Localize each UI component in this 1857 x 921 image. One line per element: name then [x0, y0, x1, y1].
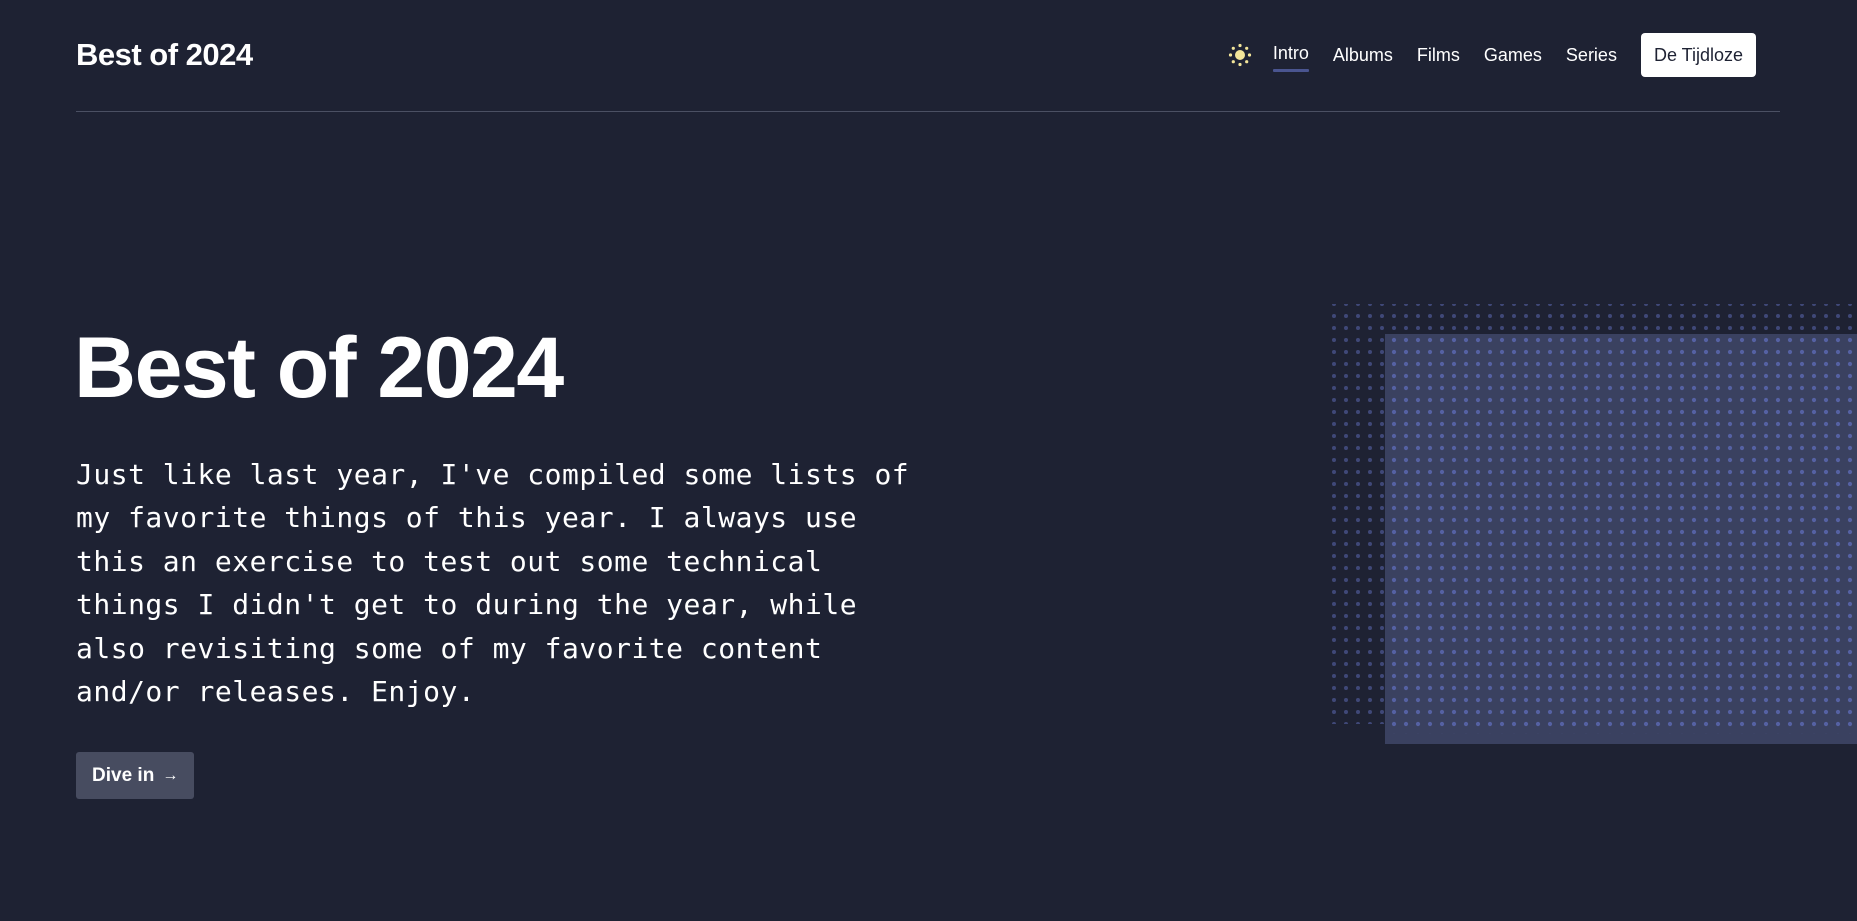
nav-series[interactable]: Series — [1566, 43, 1617, 67]
de-tijdloze-button[interactable]: De Tijdloze — [1640, 33, 1756, 77]
main-nav: Intro Albums Films Games Series De Tijdl… — [1228, 33, 1756, 77]
decor-panel-dots — [1385, 334, 1857, 734]
site-title[interactable]: Best of 2024 — [76, 35, 253, 75]
dive-in-button[interactable]: Dive in → — [76, 752, 195, 799]
page: Best of 2024 Intro Albums Films Games Se… — [0, 0, 1857, 921]
theme-toggle[interactable] — [1228, 43, 1252, 67]
nav-games[interactable]: Games — [1484, 43, 1542, 67]
nav-films[interactable]: Films — [1417, 43, 1460, 67]
nav-albums[interactable]: Albums — [1333, 43, 1393, 67]
hero-title: Best of 2024 — [74, 320, 564, 416]
dive-in-label: Dive in — [92, 764, 155, 786]
hero-decoration — [1330, 304, 1857, 744]
hero-intro-text: Just like last year, I've compiled some … — [76, 458, 910, 709]
header-divider — [76, 111, 1780, 112]
nav-intro[interactable]: Intro — [1272, 41, 1309, 72]
sun-icon — [1228, 43, 1251, 67]
arrow-right-icon: → — [162, 766, 179, 784]
